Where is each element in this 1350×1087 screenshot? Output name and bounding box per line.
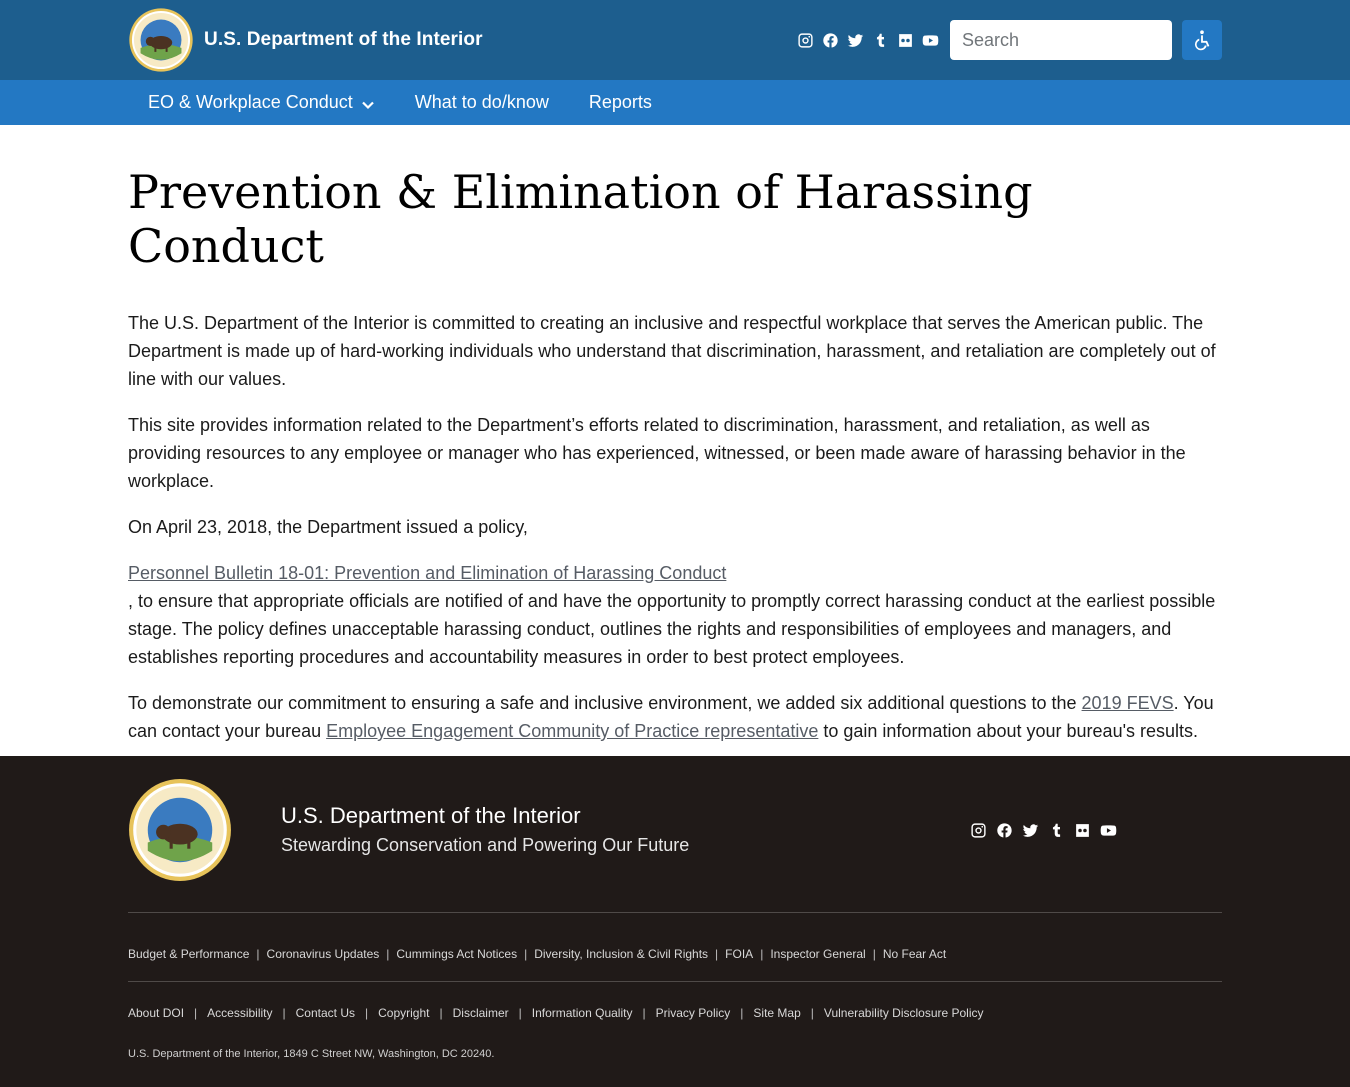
header-social-links xyxy=(796,31,940,50)
separator: | xyxy=(194,1006,198,1020)
footer-link-accessibility[interactable]: Accessibility xyxy=(207,1006,272,1020)
footer-link-privacy-policy[interactable]: Privacy Policy xyxy=(656,1006,731,1020)
site-footer: U.S. Department of the Interior Stewardi… xyxy=(0,756,1350,1087)
flickr-icon[interactable] xyxy=(896,31,915,50)
policy-bulletin-link[interactable]: Personnel Bulletin 18-01: Prevention and… xyxy=(128,559,1222,587)
footer-link-copyright[interactable]: Copyright xyxy=(378,1006,429,1020)
twitter-icon[interactable] xyxy=(846,31,865,50)
flickr-icon[interactable] xyxy=(1073,821,1091,839)
footer-link-contact-us[interactable]: Contact Us xyxy=(296,1006,355,1020)
footer-social-links xyxy=(969,821,1117,839)
nav-item-label: What to do/know xyxy=(414,92,549,112)
separator: | xyxy=(642,1006,646,1020)
main-nav: EO & Workplace Conduct What to do/know R… xyxy=(0,80,1350,125)
separator: | xyxy=(256,947,260,961)
accessibility-button[interactable] xyxy=(1182,20,1222,60)
nav-item-label: Reports xyxy=(588,92,652,112)
fevs-text-c: to gain information about your bureau's … xyxy=(818,721,1199,741)
separator: | xyxy=(740,1006,744,1020)
purpose-paragraph: This site provides information related t… xyxy=(128,415,1186,491)
separator: | xyxy=(872,947,876,961)
top-bar: U.S. Department of the Interior xyxy=(0,0,1350,80)
separator: | xyxy=(715,947,719,961)
separator: | xyxy=(365,1006,369,1020)
tumblr-icon[interactable] xyxy=(871,31,890,50)
chevron-down-icon xyxy=(361,96,375,110)
footer-link-diversity-inclusion[interactable]: Diversity, Inclusion & Civil Rights xyxy=(534,947,708,961)
separator: | xyxy=(518,1006,522,1020)
youtube-icon[interactable] xyxy=(921,31,940,50)
separator: | xyxy=(282,1006,286,1020)
policy-intro-paragraph: On April 23, 2018, the Department issued… xyxy=(128,517,528,537)
footer-link-cummings-act-notices[interactable]: Cummings Act Notices xyxy=(396,947,517,961)
separator: | xyxy=(386,947,390,961)
fevs-paragraph: To demonstrate our commitment to ensurin… xyxy=(128,689,1222,745)
footer-tagline: Stewarding Conservation and Powering Our… xyxy=(281,835,690,855)
doi-seal-logo[interactable] xyxy=(128,778,232,882)
footer-link-vulnerability-disclosure[interactable]: Vulnerability Disclosure Policy xyxy=(824,1006,984,1020)
footer-link-inspector-general[interactable]: Inspector General xyxy=(770,947,865,961)
site-header: U.S. Department of the Interior Search E… xyxy=(0,0,1350,125)
policy-description: , to ensure that appropriate officials a… xyxy=(128,591,1216,667)
footer-link-site-map[interactable]: Site Map xyxy=(753,1006,800,1020)
footer-link-coronavirus-updates[interactable]: Coronavirus Updates xyxy=(267,947,380,961)
community-of-practice-link[interactable]: Employee Engagement Community of Practic… xyxy=(326,721,818,741)
fevs-link[interactable]: 2019 FEVS xyxy=(1082,693,1174,713)
site-title[interactable]: U.S. Department of the Interior xyxy=(204,29,483,51)
footer-link-information-quality[interactable]: Information Quality xyxy=(532,1006,633,1020)
separator: | xyxy=(760,947,764,961)
footer-site-name: U.S. Department of the Interior xyxy=(281,803,581,828)
footer-link-about-doi[interactable]: About DOI xyxy=(128,1006,184,1020)
footer-link-no-fear-act[interactable]: No Fear Act xyxy=(883,947,946,961)
twitter-icon[interactable] xyxy=(1021,821,1039,839)
fevs-text-a: To demonstrate our commitment to ensurin… xyxy=(128,693,1082,713)
brand-home-link[interactable]: U.S. Department of the Interior xyxy=(128,7,483,73)
separator: | xyxy=(439,1006,443,1020)
facebook-icon[interactable] xyxy=(821,31,840,50)
main-content: Prevention & Elimination of Harassing Co… xyxy=(0,125,1350,745)
nav-item-what-to-do-know[interactable]: What to do/know xyxy=(415,92,549,113)
footer-link-budget-performance[interactable]: Budget & Performance xyxy=(128,947,249,961)
nav-item-eo-workplace-conduct[interactable]: EO & Workplace Conduct xyxy=(148,92,375,113)
page-title: Prevention & Elimination of Harassing Co… xyxy=(128,165,1033,273)
nav-item-label: EO & Workplace Conduct xyxy=(148,92,353,112)
policy-paragraph: Personnel Bulletin 18-01: Prevention and… xyxy=(128,559,1222,671)
footer-links-secondary: About DOI | Accessibility | Contact Us | Co… xyxy=(128,982,1222,1020)
search-input[interactable] xyxy=(962,29,1194,51)
youtube-icon[interactable] xyxy=(1099,821,1117,839)
instagram-icon[interactable] xyxy=(969,821,987,839)
footer-link-foia[interactable]: FOIA xyxy=(725,947,753,961)
intro-paragraph: The U.S. Department of the Interior is c… xyxy=(128,313,1216,389)
separator: | xyxy=(524,947,528,961)
facebook-icon[interactable] xyxy=(995,821,1013,839)
tumblr-icon[interactable] xyxy=(1047,821,1065,839)
search-box xyxy=(950,20,1213,60)
wheelchair-icon xyxy=(1194,30,1210,51)
separator: | xyxy=(810,1006,814,1020)
doi-seal-logo xyxy=(129,8,193,72)
instagram-icon[interactable] xyxy=(796,31,815,50)
footer-link-disclaimer[interactable]: Disclaimer xyxy=(453,1006,509,1020)
footer-address: U.S. Department of the Interior, 1849 C … xyxy=(128,1048,495,1060)
nav-item-reports[interactable]: Reports xyxy=(589,92,652,113)
footer-links-primary: Budget & Performance | Coronavirus Update… xyxy=(128,913,1222,981)
